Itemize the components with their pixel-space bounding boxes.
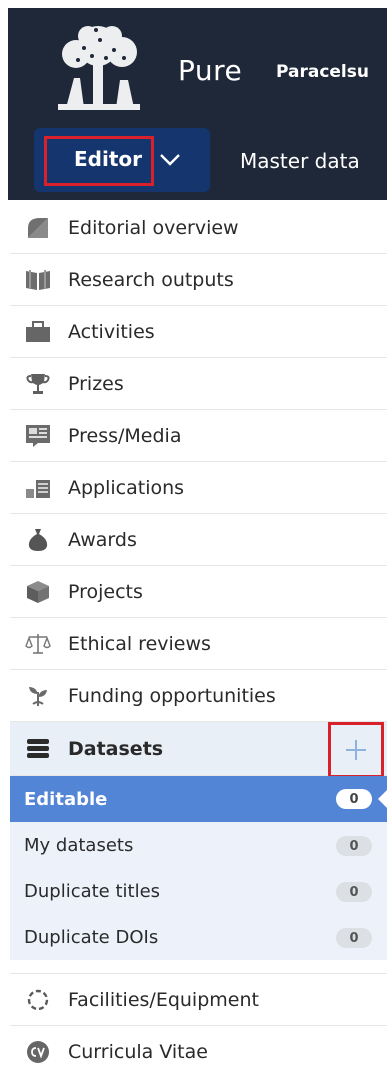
cube-icon [23,579,53,605]
sidebar-menu: Editorial overview Research outputs Acti… [10,202,387,1077]
role-menu-label: Editor [74,147,142,171]
sidebar-item-label: Activities [68,320,155,343]
sidebar-item-applications[interactable]: Applications [10,462,387,514]
submenu-item-label: Duplicate titles [24,880,161,902]
role-menu-button[interactable]: Editor [34,128,210,192]
submenu-item-duplicate-dois[interactable]: Duplicate DOIs 0 [10,914,387,960]
sidebar-item-prizes[interactable]: Prizes [10,358,387,410]
sidebar-item-datasets[interactable]: Datasets [10,722,387,778]
sidebar-item-label: Facilities/Equipment [68,988,259,1011]
cv-icon [23,1039,53,1065]
trophy-icon [23,371,53,397]
applications-icon [23,475,53,501]
submenu-item-duplicate-titles[interactable]: Duplicate titles 0 [10,868,387,914]
sidebar-item-label: Research outputs [68,268,234,291]
selected-caret [378,790,387,808]
plus-icon [346,740,366,760]
sidebar-item-editorial-overview[interactable]: Editorial overview [10,202,387,254]
sidebar-item-label: Editorial overview [68,216,239,239]
dashed-circle-icon [23,987,53,1013]
sidebar-item-label: Datasets [68,737,164,760]
scales-icon [23,631,53,657]
sidebar-item-label: Ethical reviews [68,632,211,655]
sidebar-item-awards[interactable]: Awards [10,514,387,566]
sidebar-item-research-outputs[interactable]: Research outputs [10,254,387,306]
sidebar-item-label: Prizes [68,372,124,395]
money-bag-icon [23,527,53,553]
add-dataset-button[interactable] [328,722,384,778]
submenu-item-editable[interactable]: Editable 0 [10,776,387,822]
sidebar-item-label: Applications [68,476,185,499]
briefcase-icon [23,319,53,345]
sidebar-item-activities[interactable]: Activities [10,306,387,358]
top-header: Pure Paracelsu Editor Master data [8,8,387,200]
count-badge: 0 [336,882,372,902]
sidebar-item-label: Projects [68,580,143,603]
sidebar-item-label: Funding opportunities [68,684,276,707]
sidebar-item-projects[interactable]: Projects [10,566,387,618]
database-icon [23,736,53,762]
sidebar-item-press-media[interactable]: Press/Media [10,410,387,462]
submenu-item-label: My datasets [24,834,134,856]
submenu-item-my-datasets[interactable]: My datasets 0 [10,822,387,868]
chevron-down-icon [160,154,180,166]
sidebar-item-label: Press/Media [68,424,182,447]
sprout-icon [23,683,53,709]
sidebar-item-label: Awards [68,528,137,551]
organization-name: Paracelsu [276,62,369,82]
sidebar-item-funding-opportunities[interactable]: Funding opportunities [10,670,387,722]
master-data-link[interactable]: Master data [240,149,387,173]
count-badge: 0 [336,789,372,809]
sidebar-item-label: Curricula Vitae [68,1040,208,1063]
submenu-item-label: Editable [24,788,108,810]
menu-divider [10,960,387,974]
sidebar-item-ethical-reviews[interactable]: Ethical reviews [10,618,387,670]
sidebar-item-facilities-equipment[interactable]: Facilities/Equipment [10,974,387,1026]
book-icon [23,267,53,293]
count-badge: 0 [336,836,372,856]
elsevier-tree-logo [48,24,150,114]
sidebar-item-curricula-vitae[interactable]: Curricula Vitae [10,1026,387,1077]
submenu-item-label: Duplicate DOIs [24,926,159,948]
count-badge: 0 [336,928,372,948]
newspaper-icon [23,423,53,449]
brand-name: Pure [178,54,243,87]
editorial-overview-icon [23,215,53,241]
